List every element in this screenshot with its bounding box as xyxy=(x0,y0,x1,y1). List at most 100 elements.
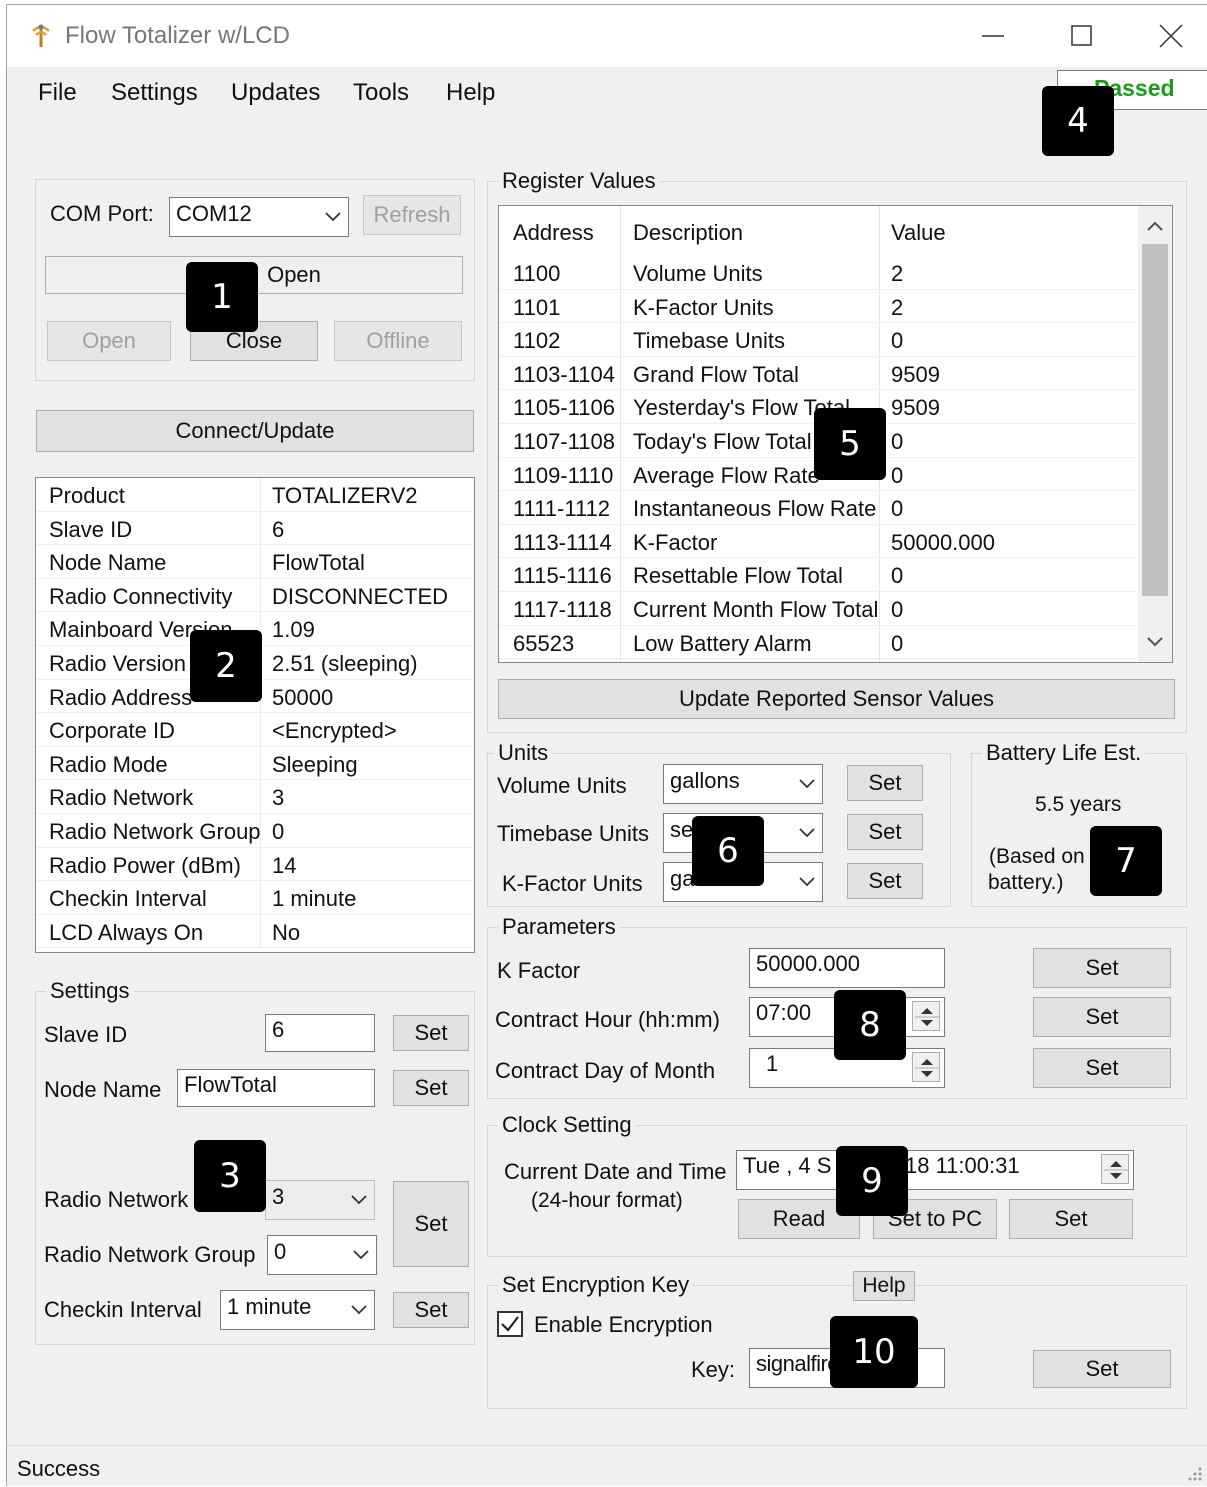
menu-tools[interactable]: Tools xyxy=(353,79,409,107)
spinner-arrows-icon xyxy=(915,1059,939,1077)
volume-units-select[interactable]: gallons xyxy=(663,764,823,804)
contract-hour-spinner[interactable] xyxy=(912,1001,940,1031)
device-info-value: 3 xyxy=(272,785,285,811)
menu-help[interactable]: Help xyxy=(446,79,495,107)
device-info-value: No xyxy=(272,919,301,945)
register-address: 1111-1112 xyxy=(513,496,611,522)
register-row[interactable]: 1103-1104 Grand Flow Total 9509 xyxy=(499,357,1137,391)
scroll-down-icon[interactable] xyxy=(1146,636,1164,648)
scroll-up-icon[interactable] xyxy=(1146,220,1164,232)
device-info-value: TOTALIZERV2 xyxy=(272,483,418,508)
register-row[interactable]: 65523 Low Battery Alarm 0 xyxy=(499,626,1137,660)
register-scrollbar[interactable] xyxy=(1138,206,1172,662)
checkin-interval-value: 1 minute xyxy=(227,1294,312,1319)
register-row[interactable]: 1115-1116 Resettable Flow Total 0 xyxy=(499,558,1137,592)
app-icon xyxy=(32,24,50,47)
device-info-key: Node Name xyxy=(49,550,167,576)
device-info-key: Radio Version xyxy=(49,651,186,676)
com-port-select[interactable]: COM12 xyxy=(169,197,349,237)
register-value: 9509 xyxy=(891,395,940,421)
chevron-down-icon xyxy=(351,1195,367,1205)
title-bar: Flow Totalizer w/LCD xyxy=(7,5,1207,67)
menu-updates[interactable]: Updates xyxy=(231,79,320,107)
annotation-badge-3: 3 xyxy=(194,1140,266,1212)
encryption-help-button[interactable]: Help xyxy=(853,1271,915,1301)
register-row[interactable]: 1100 Volume Units 2 xyxy=(499,256,1137,290)
volume-units-value: gallons xyxy=(670,768,740,793)
datetime-spinner[interactable] xyxy=(1101,1154,1129,1184)
volume-units-label: Volume Units xyxy=(497,773,627,798)
register-address: 1103-1104 xyxy=(513,361,615,387)
radio-network-select[interactable]: 3 xyxy=(265,1180,375,1220)
set-clock-button[interactable]: Set xyxy=(1009,1199,1133,1239)
slave-id-input[interactable]: 6 xyxy=(265,1014,375,1052)
device-info-row: Product TOTALIZERV2 xyxy=(36,478,474,512)
contract-day-value: 1 xyxy=(766,1051,779,1076)
minimize-icon[interactable] xyxy=(973,19,1013,53)
device-info-value: FlowTotal xyxy=(272,550,365,576)
chevron-down-icon xyxy=(799,828,815,838)
datetime-picker[interactable]: Tue , 4 S 18 11:00:31 xyxy=(736,1150,1134,1190)
maximize-icon[interactable] xyxy=(1061,19,1101,53)
contract-hour-value: 07:00 xyxy=(756,1000,812,1025)
register-description: Low Battery Alarm xyxy=(633,630,812,656)
register-row[interactable]: 1102 Timebase Units 0 xyxy=(499,323,1137,357)
register-value: 0 xyxy=(891,328,904,354)
register-row[interactable]: 1117-1118 Current Month Flow Total 0 xyxy=(499,592,1137,626)
annotation-badge-4: 4 xyxy=(1042,86,1114,156)
device-info-row: Slave ID 6 xyxy=(36,511,474,546)
scrollbar-thumb[interactable] xyxy=(1142,244,1168,596)
device-info-key: Radio Network xyxy=(49,785,194,811)
set-encryption-key-button[interactable]: Set xyxy=(1033,1350,1171,1388)
register-description: Average Flow Rate xyxy=(633,462,820,488)
radio-network-group-label: Radio Network Group xyxy=(44,1242,256,1267)
register-row[interactable]: 1111-1112 Instantaneous Flow Rate 0 xyxy=(499,491,1137,525)
set-contract-day-button[interactable]: Set xyxy=(1033,1048,1171,1088)
slave-id-label: Slave ID xyxy=(44,1022,128,1047)
set-timebase-units-button[interactable]: Set xyxy=(847,814,923,850)
close-window-icon[interactable] xyxy=(1151,19,1191,53)
set-node-name-button[interactable]: Set xyxy=(393,1070,469,1106)
enable-encryption-checkbox[interactable] xyxy=(497,1311,523,1337)
register-value: 0 xyxy=(891,563,904,589)
set-volume-units-button[interactable]: Set xyxy=(847,765,923,801)
refresh-button[interactable]: Refresh xyxy=(363,195,461,235)
enable-encryption-label[interactable]: Enable Encryption xyxy=(534,1312,713,1338)
status-bar: Success xyxy=(7,1445,1207,1487)
offline-button[interactable]: Offline xyxy=(334,321,462,361)
device-info-key: Radio Mode xyxy=(49,751,168,777)
annotation-badge-5: 5 xyxy=(814,408,886,480)
set-checkin-interval-button[interactable]: Set xyxy=(393,1292,469,1328)
update-sensor-values-button[interactable]: Update Reported Sensor Values xyxy=(498,679,1175,719)
register-address: 1100 xyxy=(513,261,561,286)
register-value: 0 xyxy=(891,496,904,522)
column-header-address[interactable]: Address xyxy=(513,220,594,246)
resize-grip-icon[interactable] xyxy=(1184,1463,1204,1483)
set-slave-id-button[interactable]: Set xyxy=(393,1015,469,1051)
register-description: Instantaneous Flow Rate xyxy=(633,496,877,522)
set-radio-network-button[interactable]: Set xyxy=(393,1181,469,1267)
register-row[interactable]: 1101 K-Factor Units 2 xyxy=(499,290,1137,324)
k-factor-input[interactable]: 50000.000 xyxy=(749,948,945,988)
annotation-badge-6: 6 xyxy=(692,816,764,886)
set-k-factor-button[interactable]: Set xyxy=(1033,948,1171,988)
column-header-value[interactable]: Value xyxy=(891,220,946,246)
register-row[interactable]: 1113-1114 K-Factor 50000.000 xyxy=(499,525,1137,559)
column-header-description[interactable]: Description xyxy=(633,220,743,246)
menu-settings[interactable]: Settings xyxy=(111,79,198,107)
node-name-input[interactable]: FlowTotal xyxy=(177,1069,375,1107)
connect-update-button[interactable]: Connect/Update xyxy=(36,410,474,452)
contract-day-spinner[interactable] xyxy=(912,1052,940,1082)
open-button[interactable]: Open xyxy=(47,321,171,361)
set-contract-hour-button[interactable]: Set xyxy=(1033,997,1171,1037)
contract-hour-label: Contract Hour (hh:mm) xyxy=(495,1007,720,1032)
radio-network-group-select[interactable]: 0 xyxy=(267,1235,377,1275)
device-info-grid: Product TOTALIZERV2 Slave ID 6 Node Name Flow… xyxy=(35,477,475,953)
annotation-badge-2: 2 xyxy=(190,630,262,702)
set-kfactor-units-button[interactable]: Set xyxy=(847,863,923,899)
register-value: 0 xyxy=(891,462,904,488)
key-label: Key: xyxy=(691,1357,736,1382)
menu-file[interactable]: File xyxy=(38,79,77,107)
checkin-interval-select[interactable]: 1 minute xyxy=(220,1290,375,1330)
device-info-key: Radio Network Group xyxy=(49,819,261,844)
